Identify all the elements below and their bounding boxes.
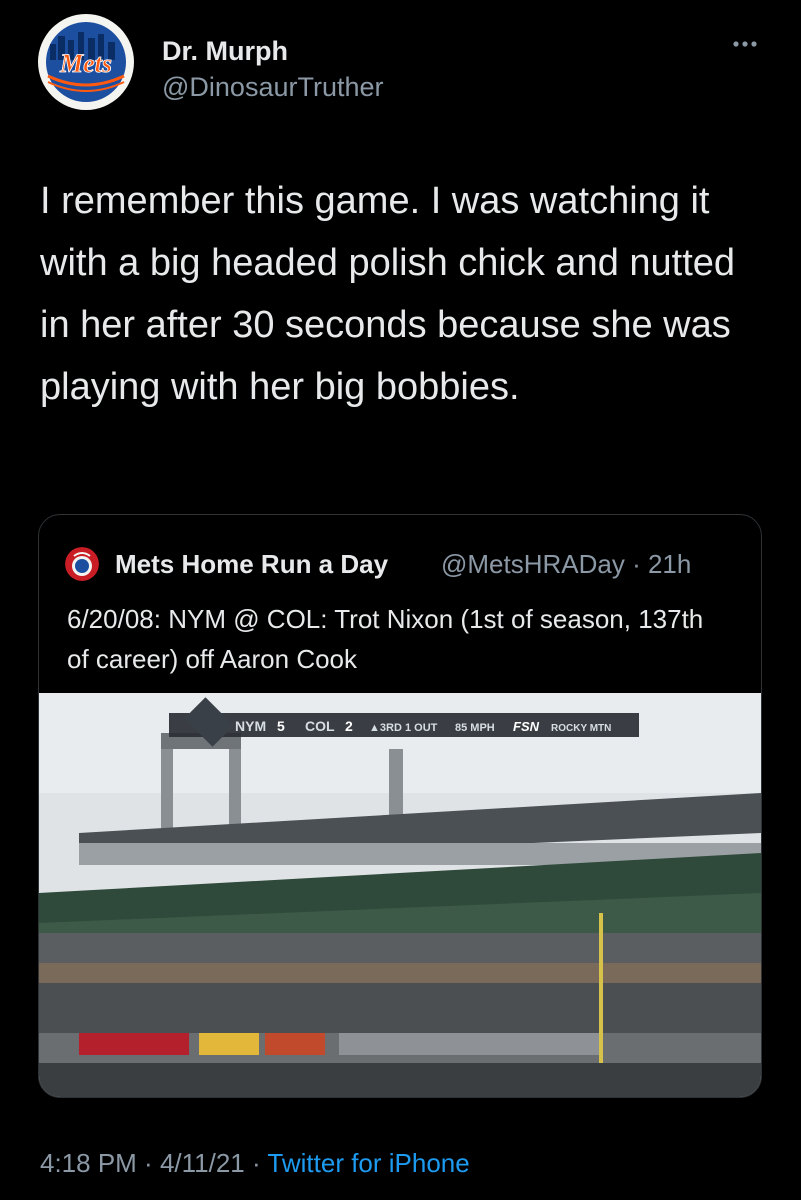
tweet-date[interactable]: 4/11/21 — [160, 1148, 245, 1178]
tweet-metadata: 4:18 PM · 4/11/21 · Twitter for iPhone — [40, 1148, 470, 1179]
scorebug-network: FSN — [513, 719, 540, 734]
quoted-tweet-card[interactable]: Mets Home Run a Day @MetsHRADay · 21h 6/… — [38, 514, 762, 1098]
scorebug-inning: ▲3RD — [369, 722, 402, 734]
avatar-logo-text: Mets — [59, 49, 112, 78]
scorebug-home-score: 2 — [345, 718, 353, 734]
author-avatar[interactable]: Mets — [38, 14, 134, 110]
scorebug-pitch-speed: 85 MPH — [455, 722, 495, 734]
scorebug-network-region: ROCKY MTN — [551, 723, 611, 734]
tweet-text: I remember this game. I was watching it … — [40, 180, 736, 408]
video-frame: NYM 5 COL 2 ▲3RD 1 OUT 85 MPH FSN ROCKY … — [39, 693, 761, 1097]
mets-logo-icon: Mets — [39, 15, 133, 109]
more-dots-icon — [733, 41, 757, 47]
scorebug-home-team: COL — [305, 718, 335, 734]
tweet-time[interactable]: 4:18 PM — [40, 1148, 137, 1178]
quoted-tweet-text: 6/20/08: NYM @ COL: Trot Nixon (1st of s… — [67, 604, 704, 674]
quoted-author-name[interactable]: Mets Home Run a Day — [115, 549, 388, 580]
more-options-button[interactable] — [728, 28, 768, 58]
quoted-avatar-icon[interactable] — [65, 547, 99, 581]
quoted-handle-time[interactable]: @MetsHRADay · 21h — [441, 549, 691, 580]
author-name[interactable]: Dr. Murph — [162, 36, 288, 67]
tweet-source-link[interactable]: Twitter for iPhone — [267, 1148, 469, 1178]
scorebug-away-score: 5 — [277, 718, 285, 734]
quoted-video[interactable]: NYM 5 COL 2 ▲3RD 1 OUT 85 MPH FSN ROCKY … — [39, 693, 761, 1097]
meta-separator: · — [244, 1148, 268, 1178]
scorebug-outs: 1 OUT — [405, 722, 438, 734]
scorebug-away-team: NYM — [235, 718, 266, 734]
author-handle[interactable]: @DinosaurTruther — [162, 72, 383, 103]
meta-separator: · — [136, 1148, 160, 1178]
